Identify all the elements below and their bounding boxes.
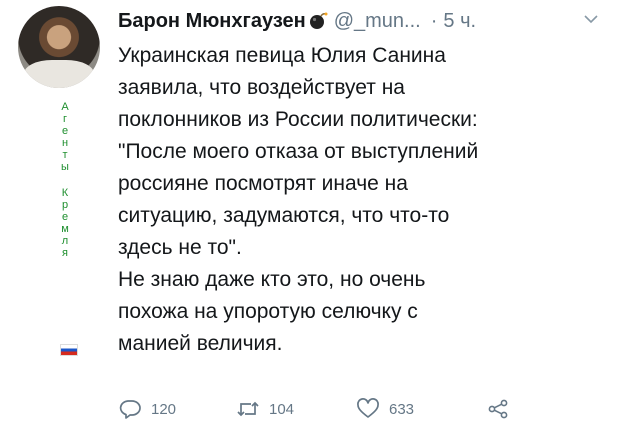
watermark-vertical-text: А г е н т ы К р е м л я [57, 101, 73, 259]
tweet-line: заявила, что воздействует на [118, 76, 405, 99]
watermark-letter: м [61, 223, 69, 235]
separator-dot: · [430, 9, 438, 32]
tweet-line: "После моего отказа от выступлений [118, 140, 479, 163]
russian-flag-icon [60, 344, 78, 356]
watermark-letter: е [61, 211, 69, 223]
author-name[interactable]: Барон Мюнхгаузен [118, 10, 306, 33]
tweet-line: похожа на упоротую селючку с [118, 300, 418, 323]
avatar-shirt [24, 60, 94, 88]
tweet-header: Барон Мюнхгаузен @_mun... · 5 ч. [118, 6, 476, 36]
tweet-line: россияне посмотрят иначе на [118, 172, 408, 195]
tweet-card[interactable]: А г е н т ы К р е м л я Барон Мюнхгаузен… [0, 0, 620, 427]
like-count: 633 [389, 400, 415, 418]
watermark-letter: л [61, 235, 69, 247]
like-button[interactable]: 633 [356, 398, 486, 420]
retweet-icon [237, 401, 259, 417]
watermark-letter: е [61, 125, 69, 137]
watermark-letter: К [61, 187, 69, 199]
watermark-letter: я [62, 247, 68, 259]
retweet-count: 104 [269, 400, 295, 418]
reply-count: 120 [151, 400, 177, 418]
tweet-line: поклонников из России политически: [118, 108, 478, 131]
watermark-letter: А [61, 101, 69, 113]
action-bar: 120 104 633 [118, 396, 519, 422]
watermark-letter: р [61, 199, 69, 211]
avatar[interactable] [18, 6, 100, 88]
watermark-letter: ы [61, 161, 69, 173]
watermark-letter: г [62, 113, 67, 125]
watermark-letter: т [62, 149, 68, 161]
tweet-line: ситуацию, задумаются, что что-то [118, 204, 450, 227]
chevron-down-icon[interactable] [584, 14, 598, 24]
retweet-button[interactable]: 104 [236, 398, 356, 420]
timestamp[interactable]: 5 ч. [443, 10, 476, 33]
share-icon [488, 399, 508, 419]
tweet-line: манией величия. [118, 332, 283, 355]
share-button[interactable] [486, 398, 519, 420]
reply-icon [119, 400, 141, 419]
reply-button[interactable]: 120 [118, 398, 236, 420]
tweet-line: Украинская певица Юлия Санина [118, 44, 446, 67]
tweet-line: Не знаю даже кто это, но очень [118, 268, 426, 291]
tweet-line: здесь не то". [118, 236, 242, 259]
watermark-letter: н [61, 137, 69, 149]
author-handle[interactable]: @_mun... [334, 10, 421, 33]
tweet-text: Украинская певица Юлия Санина заявила, ч… [118, 40, 608, 360]
bomb-emoji-icon [309, 12, 328, 29]
heart-icon [357, 398, 379, 418]
